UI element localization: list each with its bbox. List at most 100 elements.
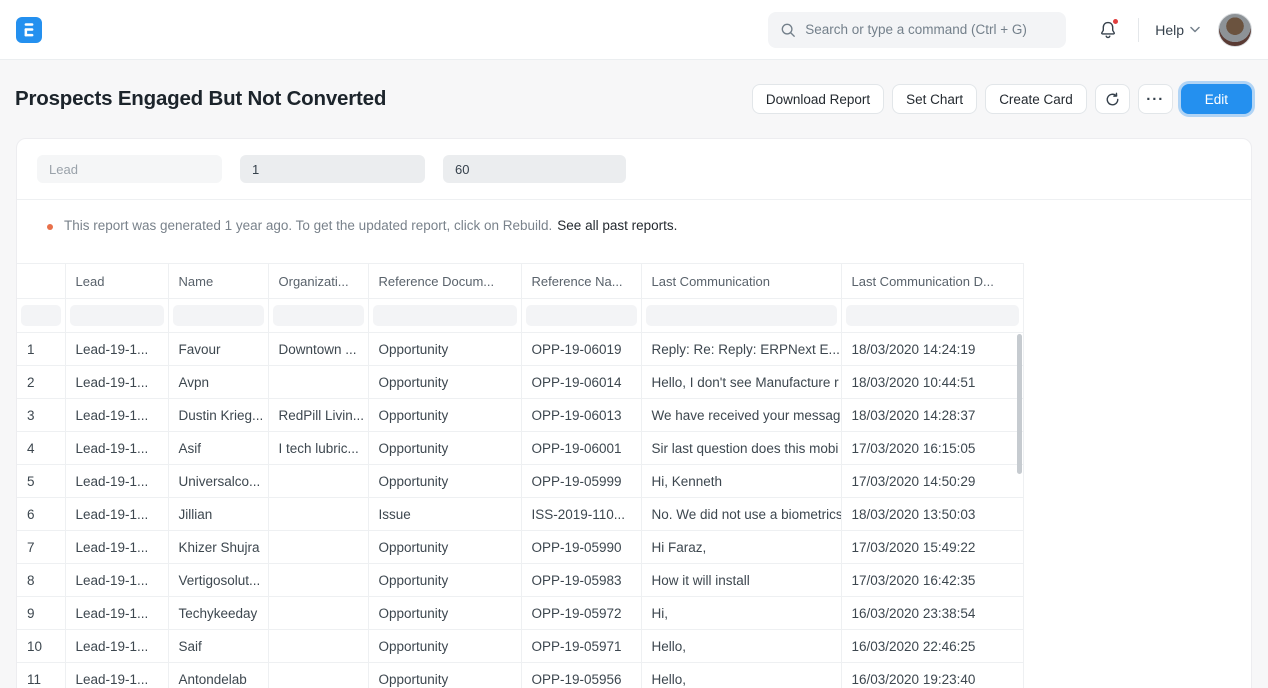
cell-name[interactable]: Saif	[168, 630, 268, 663]
to-row-input[interactable]	[443, 155, 626, 183]
cell-index[interactable]: 1	[17, 333, 65, 366]
cell-reference-doctype[interactable]: Opportunity	[368, 432, 521, 465]
cell-organization[interactable]	[268, 597, 368, 630]
cell-reference-name[interactable]: OPP-19-05972	[521, 597, 641, 630]
cell-index[interactable]: 10	[17, 630, 65, 663]
cell-organization[interactable]: I tech lubric...	[268, 432, 368, 465]
cell-reference-doctype[interactable]: Opportunity	[368, 597, 521, 630]
cell-index[interactable]: 9	[17, 597, 65, 630]
cell-lead[interactable]: Lead-19-1...	[65, 366, 168, 399]
cell-name[interactable]: Jillian	[168, 498, 268, 531]
cell-name[interactable]: Techykeeday	[168, 597, 268, 630]
column-header-last-communication-date[interactable]: Last Communication D...	[841, 264, 1023, 299]
column-filter-input[interactable]	[846, 305, 1019, 326]
create-card-button[interactable]: Create Card	[985, 84, 1087, 114]
cell-reference-doctype[interactable]: Opportunity	[368, 663, 521, 688]
erpnext-logo-icon[interactable]	[16, 17, 42, 43]
cell-last-communication-date[interactable]: 17/03/2020 14:50:29	[841, 465, 1023, 498]
cell-last-communication[interactable]: We have received your messag	[641, 399, 841, 432]
cell-last-communication-date[interactable]: 17/03/2020 15:49:22	[841, 531, 1023, 564]
cell-last-communication[interactable]: Sir last question does this mobi	[641, 432, 841, 465]
cell-reference-doctype[interactable]: Opportunity	[368, 564, 521, 597]
column-filter-input[interactable]	[70, 305, 164, 326]
cell-index[interactable]: 6	[17, 498, 65, 531]
more-menu-button[interactable]: ···	[1138, 84, 1173, 114]
cell-reference-doctype[interactable]: Opportunity	[368, 630, 521, 663]
cell-lead[interactable]: Lead-19-1...	[65, 630, 168, 663]
cell-reference-name[interactable]: OPP-19-06019	[521, 333, 641, 366]
cell-reference-doctype[interactable]: Opportunity	[368, 333, 521, 366]
cell-reference-name[interactable]: OPP-19-05990	[521, 531, 641, 564]
notifications-button[interactable]	[1098, 20, 1118, 40]
from-row-input[interactable]	[240, 155, 425, 183]
cell-organization[interactable]	[268, 531, 368, 564]
cell-organization[interactable]	[268, 366, 368, 399]
cell-organization[interactable]	[268, 465, 368, 498]
cell-name[interactable]: Antondelab	[168, 663, 268, 688]
column-filter-input[interactable]	[21, 305, 61, 326]
cell-reference-name[interactable]: OPP-19-06013	[521, 399, 641, 432]
cell-reference-doctype[interactable]: Opportunity	[368, 465, 521, 498]
see-past-reports-link[interactable]: See all past reports.	[557, 218, 677, 233]
cell-reference-name[interactable]: OPP-19-05971	[521, 630, 641, 663]
cell-index[interactable]: 7	[17, 531, 65, 564]
cell-organization[interactable]	[268, 630, 368, 663]
column-header-name[interactable]: Name	[168, 264, 268, 299]
cell-reference-name[interactable]: OPP-19-05999	[521, 465, 641, 498]
column-header-index[interactable]	[17, 264, 65, 299]
cell-reference-doctype[interactable]: Opportunity	[368, 531, 521, 564]
cell-organization[interactable]: RedPill Livin...	[268, 399, 368, 432]
column-filter-input[interactable]	[373, 305, 517, 326]
search-input[interactable]	[805, 22, 1054, 37]
cell-last-communication-date[interactable]: 18/03/2020 14:24:19	[841, 333, 1023, 366]
user-avatar[interactable]	[1218, 13, 1252, 47]
cell-last-communication[interactable]: Hello, I don't see Manufacture r	[641, 366, 841, 399]
cell-lead[interactable]: Lead-19-1...	[65, 399, 168, 432]
cell-reference-name[interactable]: OPP-19-06001	[521, 432, 641, 465]
cell-index[interactable]: 3	[17, 399, 65, 432]
column-header-organization[interactable]: Organizati...	[268, 264, 368, 299]
cell-last-communication[interactable]: No. We did not use a biometrics	[641, 498, 841, 531]
cell-organization[interactable]	[268, 498, 368, 531]
column-filter-input[interactable]	[646, 305, 837, 326]
cell-index[interactable]: 4	[17, 432, 65, 465]
cell-name[interactable]: Universalco...	[168, 465, 268, 498]
column-filter-input[interactable]	[273, 305, 364, 326]
global-search[interactable]	[768, 12, 1066, 48]
column-header-reference-doctype[interactable]: Reference Docum...	[368, 264, 521, 299]
cell-index[interactable]: 2	[17, 366, 65, 399]
cell-last-communication[interactable]: Hello,	[641, 663, 841, 688]
cell-last-communication[interactable]: Hi Faraz,	[641, 531, 841, 564]
cell-last-communication[interactable]: Hi,	[641, 597, 841, 630]
column-header-last-communication[interactable]: Last Communication	[641, 264, 841, 299]
cell-lead[interactable]: Lead-19-1...	[65, 531, 168, 564]
column-header-reference-name[interactable]: Reference Na...	[521, 264, 641, 299]
cell-last-communication-date[interactable]: 18/03/2020 10:44:51	[841, 366, 1023, 399]
cell-last-communication-date[interactable]: 17/03/2020 16:15:05	[841, 432, 1023, 465]
cell-reference-name[interactable]: ISS-2019-110...	[521, 498, 641, 531]
cell-lead[interactable]: Lead-19-1...	[65, 597, 168, 630]
cell-last-communication-date[interactable]: 16/03/2020 19:23:40	[841, 663, 1023, 688]
set-chart-button[interactable]: Set Chart	[892, 84, 977, 114]
cell-last-communication-date[interactable]: 17/03/2020 16:42:35	[841, 564, 1023, 597]
cell-name[interactable]: Avpn	[168, 366, 268, 399]
cell-last-communication[interactable]: Hi, Kenneth	[641, 465, 841, 498]
cell-organization[interactable]	[268, 663, 368, 688]
cell-last-communication-date[interactable]: 16/03/2020 22:46:25	[841, 630, 1023, 663]
cell-name[interactable]: Dustin Krieg...	[168, 399, 268, 432]
cell-name[interactable]: Khizer Shujra	[168, 531, 268, 564]
cell-index[interactable]: 11	[17, 663, 65, 688]
cell-reference-doctype[interactable]: Issue	[368, 498, 521, 531]
cell-lead[interactable]: Lead-19-1...	[65, 465, 168, 498]
cell-lead[interactable]: Lead-19-1...	[65, 432, 168, 465]
cell-last-communication[interactable]: Reply: Re: Reply: ERPNext E...	[641, 333, 841, 366]
column-filter-input[interactable]	[173, 305, 264, 326]
cell-index[interactable]: 8	[17, 564, 65, 597]
help-menu[interactable]: Help	[1155, 22, 1200, 38]
cell-organization[interactable]: Downtown ...	[268, 333, 368, 366]
lead-filter-input[interactable]	[37, 155, 222, 183]
cell-name[interactable]: Asif	[168, 432, 268, 465]
table-vertical-scrollbar[interactable]	[1017, 334, 1022, 474]
edit-button[interactable]: Edit	[1181, 84, 1252, 114]
refresh-button[interactable]	[1095, 84, 1130, 114]
